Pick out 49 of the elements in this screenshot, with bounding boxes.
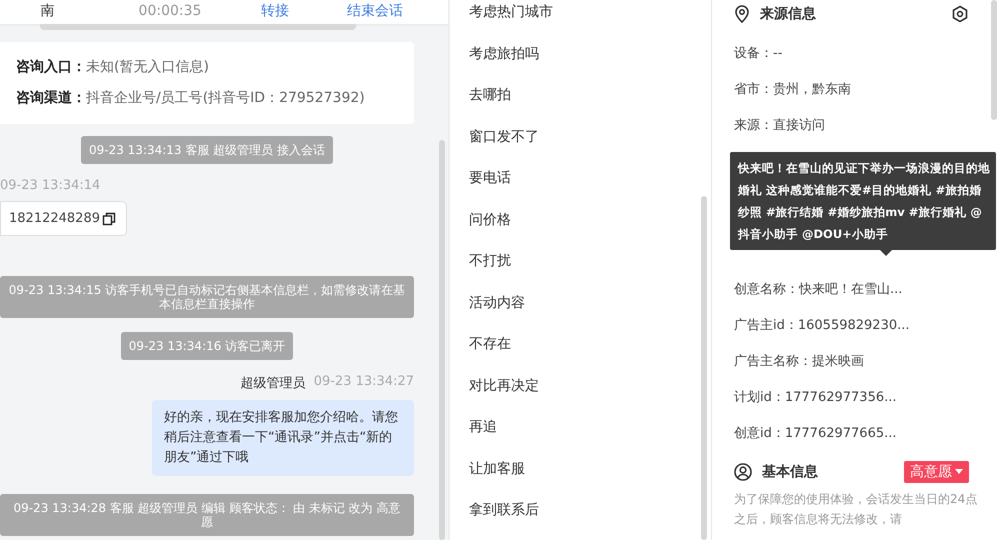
info-line: 咨询渠道：抖音企业号/员工号(抖音号ID：279527392)	[16, 89, 366, 108]
location-pin-icon	[734, 5, 750, 23]
status-dropdown[interactable]: 高意愿	[904, 461, 969, 483]
scrollbar[interactable]	[991, 0, 997, 120]
message-time: 09-23 13:34:14	[0, 178, 100, 193]
visitor-location: 南	[40, 2, 56, 20]
system-notice: 09-23 13:34:13 客服 超级管理员 接入会话	[80, 136, 334, 164]
quick-reply-item[interactable]: 去哪拍	[450, 75, 711, 116]
system-notice: 09-23 13:34:16 访客已离开	[120, 332, 294, 360]
quick-reply-item[interactable]: 再追	[450, 407, 711, 448]
quick-reply-item[interactable]: 拿到联系后	[450, 490, 711, 532]
quick-reply-item[interactable]: 活动内容	[450, 282, 711, 324]
sender-name: 超级管理员	[240, 375, 306, 392]
agent-message-bubble: 好的亲，现在安排客服加您介绍哈。请您稍后注意查看一下“通讯录”并点击“新的朋友”通过下哦	[152, 400, 414, 476]
info-line: 来源：直接访问	[734, 117, 826, 135]
action-link[interactable]: 结束会话	[305, 2, 445, 20]
tooltip-pointer-icon	[880, 250, 892, 256]
info-line: 创意名称：快来吧！在雪山...	[734, 281, 904, 299]
caret-icon	[955, 469, 963, 475]
info-line: 咨询入口：未知(暂无入口信息)	[16, 58, 210, 77]
quick-reply-item[interactable]: 考虑旅拍吗	[450, 34, 711, 75]
info-line: 设备：--	[734, 45, 784, 63]
info-line: 广告主id：160559829230...	[734, 317, 911, 335]
quick-reply-item[interactable]: 窗口发不了	[450, 116, 711, 158]
user-circle-icon	[734, 463, 752, 481]
quick-reply-item[interactable]: 不存在	[450, 324, 711, 366]
quick-reply-item[interactable]: 要电话	[450, 158, 711, 200]
info-line: 省市：贵州，黔东南	[734, 81, 852, 99]
system-notice: 09-23 13:34:28 客服 超级管理员 编辑 顾客状态： 由 未标记 改为 高意愿	[0, 494, 414, 536]
action-link[interactable]: 转接	[245, 2, 305, 20]
quick-reply-item[interactable]: 问价格	[450, 200, 711, 241]
quick-reply-item[interactable]: 考虑热门城市	[450, 0, 711, 34]
copy-icon[interactable]	[102, 212, 116, 226]
info-line: 创意id：177762977665...	[734, 425, 898, 443]
scrollbar[interactable]	[439, 140, 445, 540]
notice-text: 为了保障您的使用体验，会话发生当日的24点之后，顾客信息将无法修改，请	[734, 491, 978, 528]
call-duration: 00:00:35	[138, 2, 202, 20]
section-title: 基本信息	[762, 463, 819, 481]
info-line: 广告主名称：提米映画	[734, 353, 865, 371]
message-text: 18212248289	[9, 211, 100, 226]
quick-reply-item[interactable]: 不打扰	[450, 241, 711, 282]
scrollbar[interactable]	[701, 196, 707, 540]
quick-reply-item[interactable]: 让加客服	[450, 448, 711, 490]
message-time: 09-23 13:34:27	[314, 374, 414, 391]
quick-reply-item[interactable]: 对比再决定	[450, 366, 711, 407]
system-notice: 09-23 13:34:15 访客手机号已自动标记右侧基本信息栏，如需修改请在基本信息栏直接操作	[0, 276, 414, 318]
section-title: 来源信息	[760, 5, 817, 23]
settings-icon[interactable]	[951, 5, 969, 23]
info-line: 计划id：177762977356...	[734, 389, 898, 407]
